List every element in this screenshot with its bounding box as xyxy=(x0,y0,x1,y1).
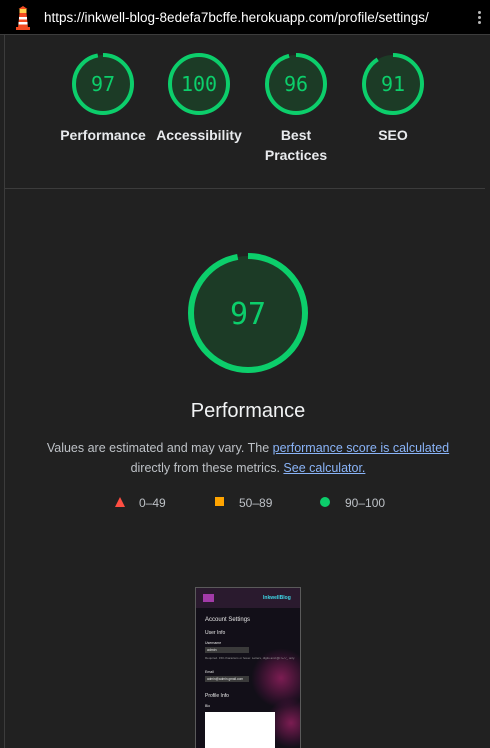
gauge-score: 96 xyxy=(284,72,308,96)
circle-icon xyxy=(320,497,330,507)
gauge-accessibility[interactable]: 100 Accessibility xyxy=(144,52,254,145)
gauge-label: Performance xyxy=(60,127,146,143)
thumb-section1: User Info xyxy=(205,630,226,636)
gauge-seo[interactable]: 91 SEO xyxy=(338,52,448,145)
gauge-label: SEO xyxy=(378,127,408,143)
desc-prefix: Values are estimated and may vary. The xyxy=(46,441,273,455)
thumb-username-label: Username xyxy=(205,641,222,645)
gauge-ring: 100 xyxy=(168,53,230,115)
gauge-label: Best Practices xyxy=(264,127,328,163)
gauge-ring: 97 xyxy=(72,53,134,115)
thumb-brand: InkwellBlog xyxy=(263,595,291,601)
header-divider xyxy=(5,188,485,189)
thumb-bio-label: Bio xyxy=(205,704,211,708)
thumb-helper: Required. 150 characters or fewer. Lette… xyxy=(205,656,295,660)
thumb-section2: Profile Info xyxy=(205,693,229,699)
gauge-performance[interactable]: 97 Performance xyxy=(48,52,158,145)
gauge-ring: 96 xyxy=(265,53,327,115)
thumb-username-value: admin xyxy=(207,648,217,652)
url-text[interactable]: https://inkwell-blog-8edefa7bcffe.heroku… xyxy=(44,10,429,25)
gauge-score: 100 xyxy=(181,72,217,96)
legend-average-label: 50–89 xyxy=(239,496,273,510)
gauge-best-practices[interactable]: 96 Best Practices xyxy=(241,52,351,165)
lighthouse-logo-icon xyxy=(16,6,30,30)
thumb-email-label: Email xyxy=(205,670,214,674)
see-calculator-link[interactable]: See calculator. xyxy=(283,461,365,475)
performance-gauge: 97 xyxy=(188,253,308,373)
thumb-heading: Account Settings xyxy=(205,617,251,623)
gauge-ring: 91 xyxy=(362,53,424,115)
performance-score: 97 xyxy=(230,297,266,332)
more-menu-icon[interactable] xyxy=(478,11,482,25)
thumb-menu-icon xyxy=(203,594,214,602)
gauge-score: 97 xyxy=(91,72,115,96)
legend-pass-label: 90–100 xyxy=(345,496,386,510)
page-screenshot-thumbnail[interactable]: InkwellBlog Account Settings User Info U… xyxy=(195,587,301,748)
legend-fail-label: 0–49 xyxy=(139,496,166,510)
thumb-bio-textarea xyxy=(205,712,275,748)
gauge-score: 91 xyxy=(381,72,405,96)
performance-title: Performance xyxy=(190,400,306,422)
gauge-label: Accessibility xyxy=(156,127,242,143)
score-calculated-link[interactable]: performance score is calculated xyxy=(273,441,449,455)
left-border xyxy=(4,35,5,748)
triangle-icon xyxy=(115,497,125,507)
square-icon xyxy=(215,497,224,506)
browser-url-bar: https://inkwell-blog-8edefa7bcffe.heroku… xyxy=(0,0,490,35)
performance-description: Values are estimated and may vary. The p… xyxy=(0,438,490,478)
thumb-email-value: admin@admin.gmail.com xyxy=(207,677,244,681)
desc-middle: directly from these metrics. xyxy=(130,461,284,475)
